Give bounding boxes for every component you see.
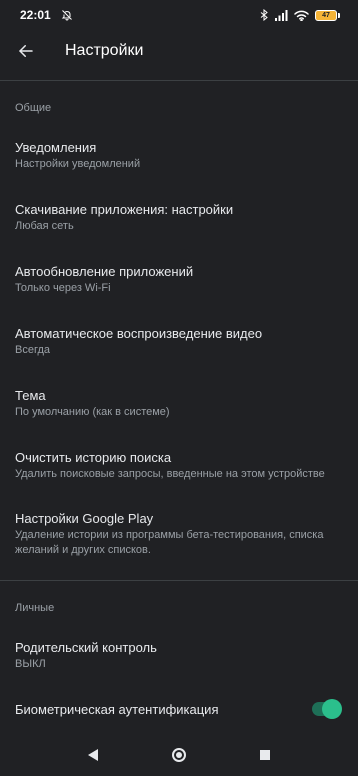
- nav-home-button[interactable]: [167, 743, 191, 767]
- status-bar: 22:01 47: [0, 0, 358, 30]
- status-time: 22:01: [20, 8, 51, 22]
- wifi-icon: [294, 10, 309, 21]
- page-title: Настройки: [65, 42, 144, 59]
- setting-subtitle: Всегда: [15, 344, 51, 356]
- setting-app-download[interactable]: Скачивание приложения: настройки Любая с…: [0, 201, 358, 234]
- setting-title: Скачивание приложения: настройки: [15, 202, 234, 217]
- status-left: 22:01: [20, 8, 73, 22]
- setting-title: Родительский контроль: [15, 640, 157, 655]
- nav-home-icon: [172, 748, 186, 762]
- setting-subtitle: Настройки уведомлений: [15, 158, 141, 170]
- system-nav-bar: [0, 734, 358, 776]
- battery-icon: 47: [315, 9, 340, 21]
- biometric-toggle[interactable]: [312, 699, 342, 719]
- nav-back-button[interactable]: [81, 743, 105, 767]
- setting-theme[interactable]: Тема По умолчанию (как в системе): [0, 387, 358, 420]
- battery-tip: [338, 12, 340, 18]
- mute-notifications-icon: [61, 9, 73, 21]
- section-header-general: Общие: [15, 102, 52, 114]
- setting-title: Очистить историю поиска: [15, 450, 172, 465]
- settings-list: Общие Уведомления Настройки уведомлений …: [0, 81, 358, 719]
- arrow-back-icon: [19, 45, 33, 57]
- setting-title: Тема: [15, 388, 46, 403]
- back-button[interactable]: [14, 39, 38, 63]
- setting-title: Автоматическое воспроизведение видео: [15, 326, 263, 341]
- setting-subtitle: Удаление истории из программы бета-тести…: [15, 529, 324, 556]
- top-app-bar: Настройки: [0, 30, 358, 72]
- battery-level: 47: [315, 9, 337, 21]
- setting-notifications[interactable]: Уведомления Настройки уведомлений: [0, 139, 358, 172]
- signal-icon: [275, 9, 288, 21]
- section-header-personal: Личные: [15, 602, 55, 614]
- nav-back-icon: [88, 749, 98, 761]
- setting-title: Уведомления: [15, 140, 97, 155]
- toggle-knob: [322, 699, 342, 719]
- setting-biometric-auth[interactable]: Биометрическая аутентификация: [0, 699, 358, 719]
- setting-subtitle: Только через Wi-Fi: [15, 282, 111, 294]
- setting-parental-controls[interactable]: Родительский контроль ВЫКЛ: [0, 639, 358, 672]
- setting-video-autoplay[interactable]: Автоматическое воспроизведение видео Все…: [0, 325, 358, 358]
- setting-title: Автообновление приложений: [15, 264, 194, 279]
- nav-recents-icon: [260, 750, 270, 760]
- settings-screen: 22:01 47 Настройки Общие Уведомления Нас…: [0, 0, 358, 776]
- setting-subtitle: ВЫКЛ: [15, 658, 46, 670]
- bluetooth-icon: [259, 9, 269, 21]
- setting-subtitle: Удалить поисковые запросы, введенные на …: [15, 468, 325, 480]
- setting-title: Настройки Google Play: [15, 511, 154, 526]
- status-right: 47: [259, 9, 340, 21]
- setting-auto-update[interactable]: Автообновление приложений Только через W…: [0, 263, 358, 296]
- setting-clear-search-history[interactable]: Очистить историю поиска Удалить поисковы…: [0, 449, 358, 482]
- setting-google-play[interactable]: Настройки Google Play Удаление истории и…: [0, 510, 358, 558]
- setting-title: Биометрическая аутентификация: [15, 702, 219, 717]
- setting-subtitle: По умолчанию (как в системе): [15, 406, 170, 418]
- nav-recents-button[interactable]: [253, 743, 277, 767]
- setting-subtitle: Любая сеть: [15, 220, 74, 232]
